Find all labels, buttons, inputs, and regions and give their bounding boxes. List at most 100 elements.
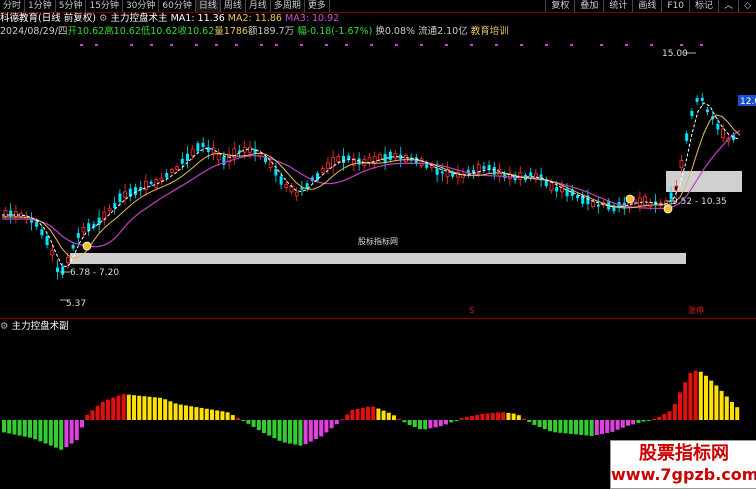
oscillator-bar xyxy=(262,420,266,433)
oscillator-bar xyxy=(563,420,568,434)
oscillator-bar xyxy=(277,420,282,441)
oscillator-bar xyxy=(423,420,428,430)
oscillator-bar xyxy=(641,420,646,422)
oscillator-bar xyxy=(506,412,511,420)
oscillator-bar xyxy=(407,420,412,426)
oscillator-bar xyxy=(366,406,370,420)
oscillator-bar xyxy=(355,408,360,420)
oscillator-bar xyxy=(558,420,563,433)
oscillator-bar xyxy=(308,420,313,442)
oscillator-bar xyxy=(345,414,350,420)
oscillator-bar xyxy=(636,420,641,423)
oscillator-bar xyxy=(324,420,329,433)
oscillator-bar xyxy=(392,415,396,420)
oscillator-bar xyxy=(7,420,12,434)
oscillator-bar xyxy=(314,420,318,439)
oscillator-bar xyxy=(594,420,599,436)
oscillator-bar xyxy=(371,406,376,420)
oscillator-bar xyxy=(542,420,547,430)
oscillator-bar xyxy=(74,420,79,441)
oscillator-bar xyxy=(194,407,199,420)
oscillator-bar xyxy=(459,418,464,420)
oscillator-bar xyxy=(236,417,240,420)
oscillator-bar xyxy=(397,418,402,420)
oscillator-bar xyxy=(548,420,552,432)
oscillator-bar xyxy=(683,382,688,420)
oscillator-bar xyxy=(220,411,225,420)
oscillator-bar xyxy=(251,420,256,427)
oscillator-bar xyxy=(485,413,490,420)
oscillator-bar xyxy=(470,416,474,420)
oscillator-bar xyxy=(288,420,292,444)
oscillator-bar xyxy=(402,420,407,423)
oscillator-bar xyxy=(610,420,615,432)
oscillator-bar xyxy=(386,412,391,420)
oscillator-bar xyxy=(522,418,526,420)
oscillator-bar xyxy=(418,420,422,430)
oscillator-bar xyxy=(272,420,277,439)
oscillator-bar xyxy=(584,420,589,436)
oscillator-bar xyxy=(511,413,516,420)
oscillator-bar xyxy=(646,420,651,421)
oscillator-bar xyxy=(267,420,272,436)
oscillator-bar xyxy=(657,416,662,420)
oscillator-bar xyxy=(537,420,542,428)
oscillator-bar xyxy=(54,420,58,448)
oscillator-bar xyxy=(615,420,620,430)
oscillator-bar xyxy=(184,405,188,420)
oscillator-bar xyxy=(667,411,672,420)
oscillator-bar xyxy=(230,415,235,420)
oscillator-bar xyxy=(444,420,448,425)
oscillator-bar xyxy=(381,410,386,420)
oscillator-bar xyxy=(48,420,53,446)
oscillator-bar xyxy=(12,420,17,435)
oscillator-bar xyxy=(688,372,693,420)
oscillator-bar xyxy=(516,415,521,420)
oscillator-bar xyxy=(43,420,48,444)
oscillator-bar xyxy=(730,402,734,420)
oscillator-bar xyxy=(173,403,178,420)
oscillator-bar xyxy=(59,420,64,450)
oscillator-bar xyxy=(449,420,454,423)
oscillator-bar xyxy=(480,413,485,420)
oscillator-bar xyxy=(376,408,381,420)
oscillator-bar xyxy=(454,420,459,421)
oscillator-bar xyxy=(69,420,74,444)
oscillator-bar xyxy=(724,396,729,420)
oscillator-bar xyxy=(464,417,469,420)
oscillator-bar xyxy=(178,404,183,420)
oscillator-bar xyxy=(626,420,630,426)
oscillator-bar xyxy=(246,420,251,424)
oscillator-bar xyxy=(199,407,204,420)
oscillator-bar xyxy=(709,380,714,420)
oscillator-bar xyxy=(111,397,116,420)
oscillator-bar xyxy=(527,420,532,423)
oscillator-bar xyxy=(652,418,656,420)
oscillator-bar xyxy=(126,394,131,420)
oscillator-bar xyxy=(532,420,537,425)
oscillator-bar xyxy=(631,420,636,425)
oscillator-bar xyxy=(605,420,610,433)
oscillator-bar xyxy=(438,420,443,427)
oscillator-bar xyxy=(490,412,495,420)
oscillator-bar xyxy=(350,409,355,420)
oscillator-chart[interactable] xyxy=(0,0,756,487)
oscillator-bar xyxy=(22,420,27,437)
oscillator-bar xyxy=(241,420,246,421)
oscillator-bar xyxy=(360,407,365,420)
oscillator-bar xyxy=(620,420,625,428)
oscillator-bar xyxy=(496,412,500,420)
oscillator-bar xyxy=(2,420,6,433)
oscillator-bar xyxy=(215,410,220,420)
oscillator-bar xyxy=(106,399,110,420)
oscillator-bar xyxy=(298,420,303,446)
oscillator-bar xyxy=(225,412,230,420)
oscillator-bar xyxy=(210,409,214,420)
oscillator-bar xyxy=(38,420,43,442)
oscillator-bar xyxy=(17,420,22,436)
oscillator-bar xyxy=(501,412,506,420)
oscillator-bar xyxy=(714,385,719,420)
watermark-title: 股票指标网 xyxy=(639,443,729,464)
oscillator-bar xyxy=(412,420,417,428)
oscillator-bar xyxy=(132,395,136,420)
